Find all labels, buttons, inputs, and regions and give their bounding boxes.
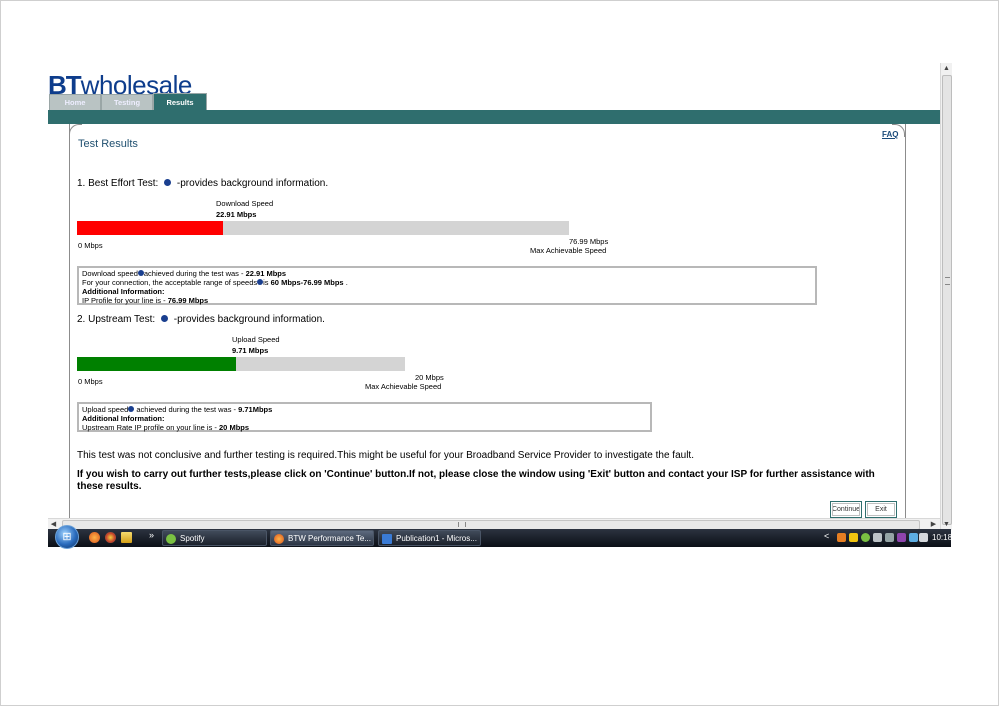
faq-link[interactable]: FAQ [882,130,898,139]
tray-app-icon[interactable] [849,533,858,542]
header-bar [48,110,940,124]
start-button[interactable]: ⊞ [55,525,79,549]
vertical-scrollbar[interactable]: ▲ ▼ [940,63,952,530]
scroll-grip-icon [458,522,466,527]
download-info-line2: For your connection, the acceptable rang… [82,278,812,287]
upload-max-value: 20 Mbps [415,373,444,382]
page-title: Test Results [78,138,138,150]
download-info-text: Download speed [82,269,138,278]
ip-profile-value: 76.99 Mbps [167,296,209,305]
best-effort-heading-label: 1. Best Effort Test: [77,178,159,189]
tray-app-icon[interactable] [885,533,894,542]
tab-home[interactable]: Home [49,94,101,110]
download-info-value: 22.91 Mbps [245,269,287,278]
upload-info-text: achieved during the test was - [136,405,237,414]
download-max-value: 76.99 Mbps [569,237,609,246]
upload-info-text: Upload speed [82,405,129,414]
download-range-value: 60 Mbps-76.99 Mbps [270,278,344,287]
taskbar-item-label: Spotify [180,534,205,543]
panel-corner [69,124,82,137]
download-info-text: is [263,278,269,287]
upload-info-line3: Upstream Rate IP profile on your line is… [82,423,647,432]
tab-testing[interactable]: Testing [101,94,153,110]
publisher-icon [382,534,392,544]
tray-app-icon[interactable] [837,533,846,542]
best-effort-heading-desc: -provides background information. [176,178,329,189]
scroll-grip-icon [945,277,950,285]
taskbar-item-label: Publication1 - Micros... [396,534,477,543]
instructions-message: If you wish to carry out further tests,p… [77,469,875,492]
quicklaunch-overflow-icon[interactable]: » [149,530,154,540]
download-info-box: Download speed achieved during the test w… [77,266,817,305]
exit-button[interactable]: Exit [865,501,897,518]
download-speed-fill [77,221,224,235]
download-max-caption: Max Achievable Speed [530,246,607,255]
info-icon[interactable] [137,270,144,277]
upload-max-caption: Max Achievable Speed [365,382,442,391]
spotify-icon [166,534,176,544]
upload-info-value: 9.71Mbps [238,405,273,414]
firefox-quicklaunch-icon[interactable] [89,532,100,543]
taskbar-item-spotify[interactable]: Spotify [162,530,267,546]
additional-info-heading: Additional Information: [82,414,165,423]
inconclusive-message: This test was not conclusive and further… [77,450,694,461]
upload-min-label: 0 Mbps [78,377,103,386]
upload-info-text: Upstream Rate IP profile on your line is… [82,423,217,432]
download-speed-value: 22.91 Mbps [216,210,257,219]
upload-speed-fill [77,357,237,371]
tab-results[interactable]: Results [153,93,207,111]
info-icon[interactable] [160,314,168,322]
upstream-profile-value: 20 Mbps [219,423,250,432]
clock[interactable]: 10:18 [932,529,952,547]
info-icon[interactable] [128,406,135,413]
tray-app-icon[interactable] [873,533,882,542]
download-info-text: achieved during the test was - [143,269,244,278]
download-speed-label: Download Speed [216,199,274,208]
taskbar-item-browser[interactable]: BTW Performance Te... [270,530,374,546]
upload-info-line1: Upload speed achieved during the test wa… [82,405,647,414]
upstream-heading: 2. Upstream Test: -provides background i… [77,314,325,325]
windows-logo-icon: ⊞ [62,531,72,543]
upstream-heading-label: 2. Upstream Test: [77,314,156,325]
additional-info-heading: Additional Information: [82,287,165,296]
upload-speed-bar [77,357,405,371]
firefox-icon [274,534,284,544]
download-info-text: IP Profile for your line is - [82,296,166,305]
volume-icon[interactable] [919,533,928,542]
download-info-text: . [345,278,348,287]
continue-button[interactable]: Continue [830,501,862,518]
taskbar-item-publisher[interactable]: Publication1 - Micros... [378,530,481,546]
tray-expand-icon[interactable]: < [824,531,829,541]
upload-speed-label: Upload Speed [232,335,280,344]
best-effort-heading: 1. Best Effort Test: -provides backgroun… [77,178,328,189]
folder-quicklaunch-icon[interactable] [121,532,132,543]
download-info-line4: IP Profile for your line is - 76.99 Mbps [82,296,812,305]
upstream-heading-desc: -provides background information. [173,314,325,325]
download-speed-bar [77,221,569,235]
download-info-line1: Download speed achieved during the test w… [82,269,812,278]
download-min-label: 0 Mbps [78,241,103,250]
network-icon[interactable] [909,533,918,542]
taskbar-item-label: BTW Performance Te... [288,534,371,543]
scroll-up-arrow-icon[interactable]: ▲ [941,63,952,74]
upload-info-box: Upload speed achieved during the test wa… [77,402,652,432]
taskbar: ⊞ » Spotify BTW Performance Te... Public… [48,525,952,549]
download-info-text: For your connection, the acceptable rang… [82,278,258,287]
upload-speed-value: 9.71 Mbps [232,346,269,355]
info-icon[interactable] [164,178,172,186]
chrome-quicklaunch-icon[interactable] [105,532,116,543]
tray-spotify-icon[interactable] [861,533,870,542]
tray-app-icon[interactable] [897,533,906,542]
vertical-scroll-thumb[interactable] [942,75,952,525]
